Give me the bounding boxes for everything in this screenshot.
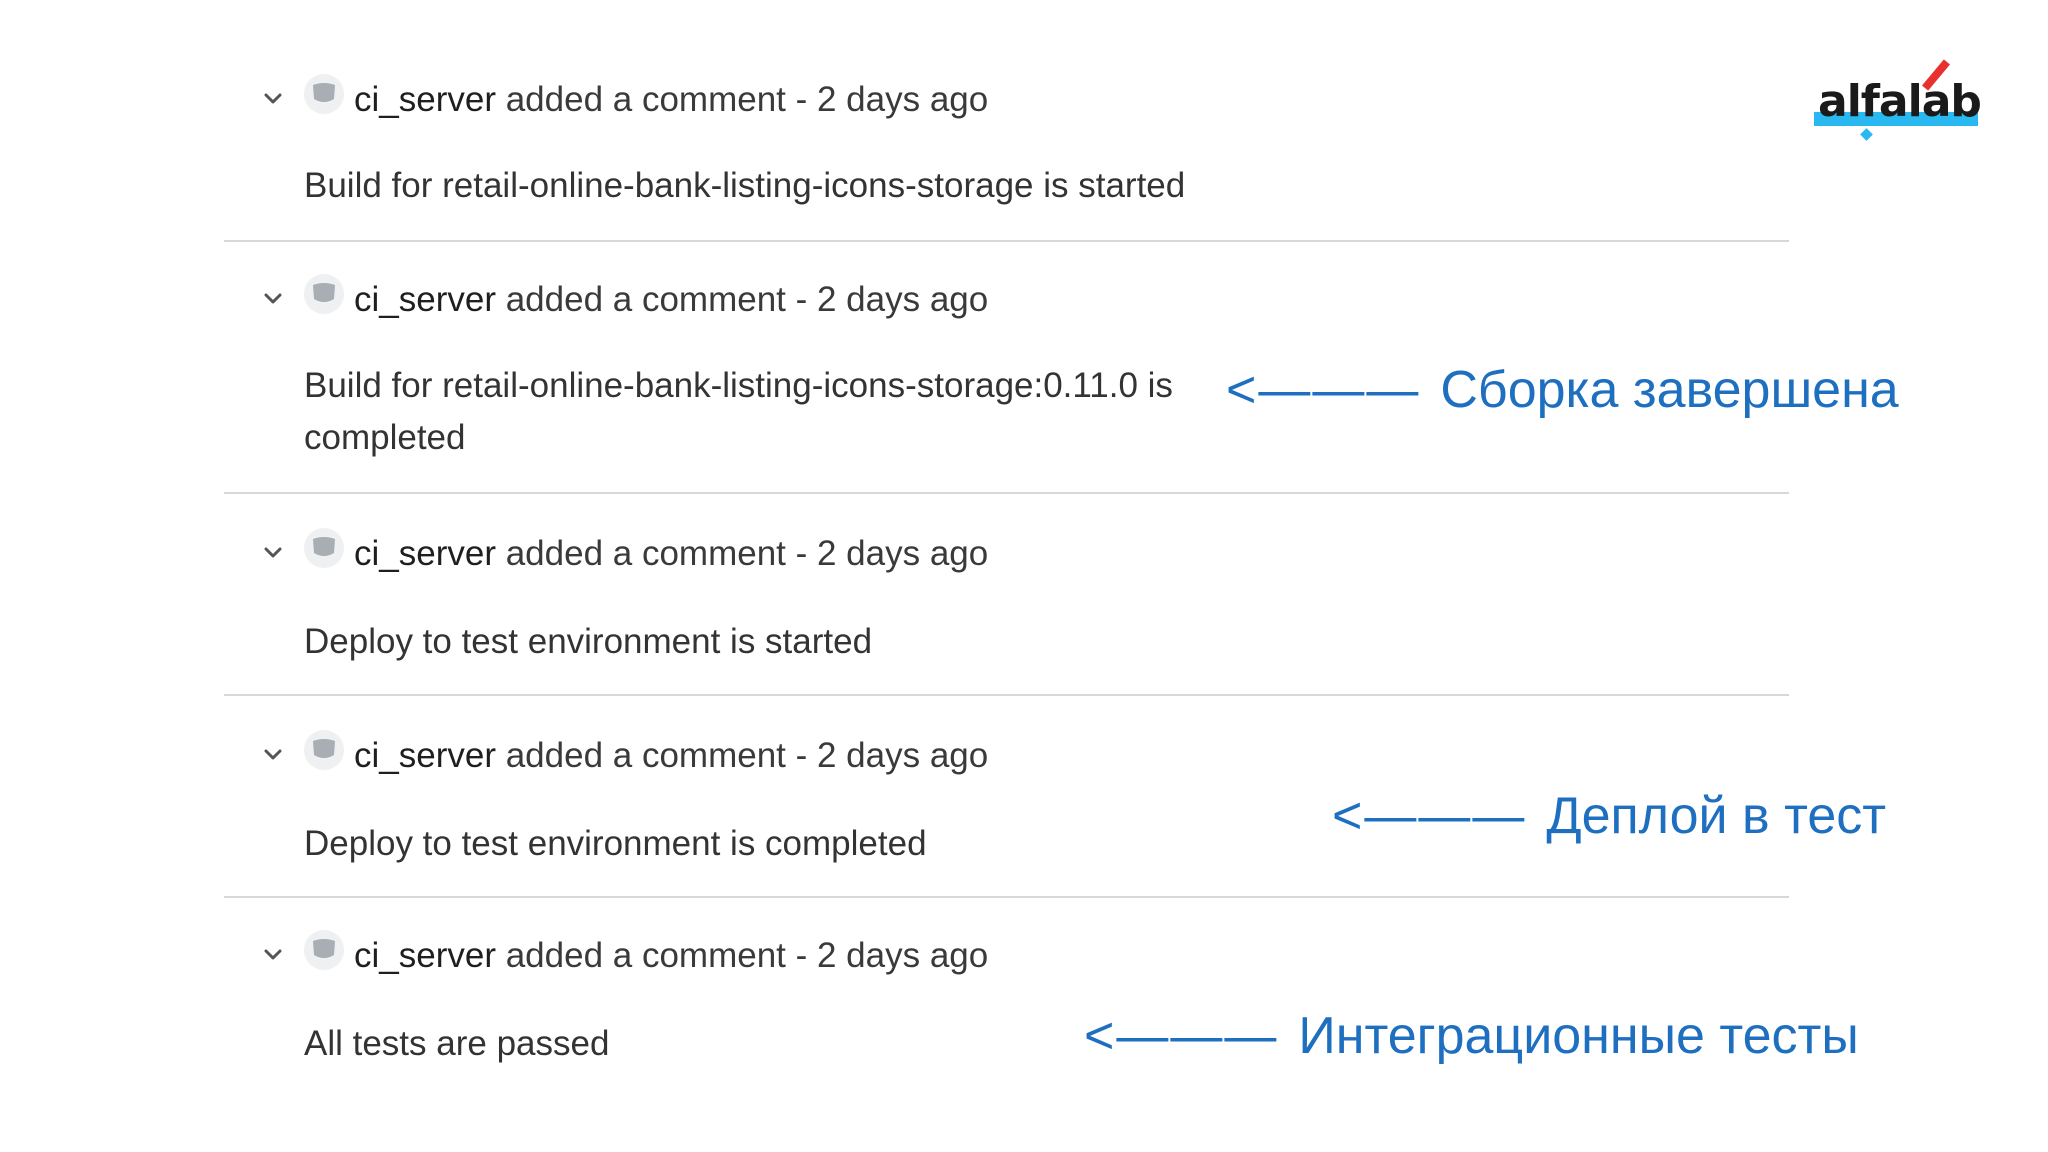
- author-name[interactable]: ci_server: [354, 280, 496, 319]
- chevron-down-icon[interactable]: [262, 88, 284, 110]
- logo-wordmark: alfalab: [1818, 76, 1982, 127]
- annotation-build-completed: <——— Сборка завершена: [1226, 360, 1899, 420]
- annotation-integration-tests: <——— Интеграционные тесты: [1084, 1006, 1859, 1066]
- comment-header: ci_server added a comment - 2 days ago: [354, 80, 988, 120]
- annotation-label: Деплой в тест: [1546, 787, 1887, 845]
- comment-header: ci_server added a comment - 2 days ago: [354, 280, 988, 320]
- comment-meta: added a comment - 2 days ago: [495, 280, 989, 319]
- annotation-deploy-test: <——— Деплой в тест: [1332, 786, 1886, 846]
- comment-body: Deploy to test environment is started: [304, 622, 873, 661]
- comment-body: All tests are passed: [304, 1024, 610, 1063]
- comment-body: Build for retail-online-bank-listing-ico…: [304, 366, 1173, 457]
- comment-entry: ci_server added a comment - 2 days ago B…: [224, 0, 1789, 242]
- comment-entry: ci_server added a comment - 2 days ago D…: [224, 494, 1789, 696]
- avatar[interactable]: [304, 730, 344, 770]
- alfalab-logo: alfalab: [1812, 56, 1982, 146]
- author-name[interactable]: ci_server: [354, 736, 496, 775]
- author-name[interactable]: ci_server: [354, 534, 496, 573]
- author-name[interactable]: ci_server: [354, 80, 496, 119]
- comment-meta: added a comment - 2 days ago: [495, 936, 989, 975]
- avatar[interactable]: [304, 930, 344, 970]
- comment-header: ci_server added a comment - 2 days ago: [354, 534, 988, 574]
- chevron-down-icon[interactable]: [262, 744, 284, 766]
- arrow-left-annotation: <———: [1226, 361, 1421, 419]
- annotation-label: Интеграционные тесты: [1298, 1007, 1859, 1065]
- arrow-left-annotation: <———: [1084, 1007, 1279, 1065]
- comment-body: Deploy to test environment is completed: [304, 824, 927, 863]
- avatar[interactable]: [304, 274, 344, 314]
- comment-header: ci_server added a comment - 2 days ago: [354, 736, 988, 776]
- activity-feed: ci_server added a comment - 2 days ago B…: [224, 0, 1789, 1152]
- avatar[interactable]: [304, 74, 344, 114]
- comment-body: Build for retail-online-bank-listing-ico…: [304, 166, 1186, 205]
- comment-meta: added a comment - 2 days ago: [495, 80, 989, 119]
- comment-meta: added a comment - 2 days ago: [495, 534, 989, 573]
- annotation-label: Сборка завершена: [1440, 361, 1899, 419]
- comment-header: ci_server added a comment - 2 days ago: [354, 936, 988, 976]
- avatar[interactable]: [304, 528, 344, 568]
- comment-meta: added a comment - 2 days ago: [495, 736, 989, 775]
- chevron-down-icon[interactable]: [262, 542, 284, 564]
- chevron-down-icon[interactable]: [262, 288, 284, 310]
- logo-dot: [1860, 128, 1873, 141]
- arrow-left-annotation: <———: [1332, 787, 1527, 845]
- chevron-down-icon[interactable]: [262, 944, 284, 966]
- author-name[interactable]: ci_server: [354, 936, 496, 975]
